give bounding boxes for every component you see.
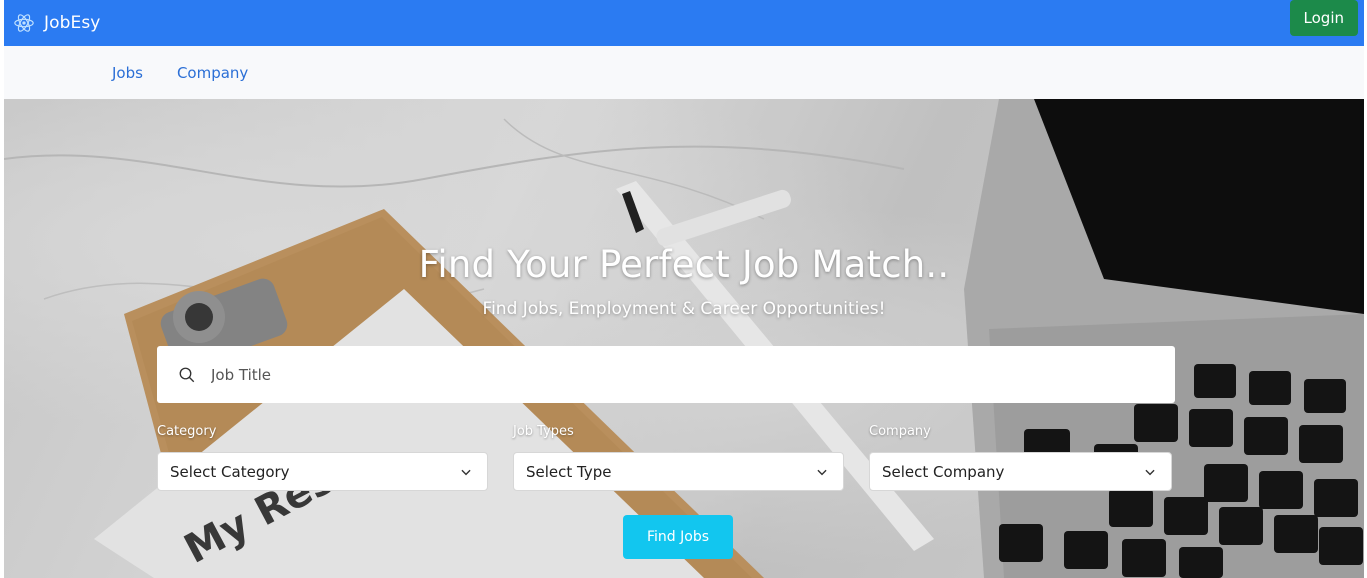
company-select[interactable]: Select Company — [869, 452, 1172, 491]
chevron-down-icon — [459, 465, 473, 479]
job-title-input[interactable] — [211, 346, 1175, 403]
chevron-down-icon — [1143, 465, 1157, 479]
job-title-search — [157, 346, 1175, 403]
category-select[interactable]: Select Category — [157, 452, 488, 491]
nav-bar: Jobs Company — [4, 46, 1364, 99]
top-bar: JobEsy Login — [4, 0, 1364, 46]
react-atom-icon — [12, 11, 36, 35]
nav-link-jobs[interactable]: Jobs — [112, 64, 143, 82]
nav-link-company[interactable]: Company — [177, 64, 248, 82]
brand[interactable]: JobEsy — [12, 11, 100, 35]
company-label: Company — [869, 424, 931, 439]
hero-subtitle: Find Jobs, Employment & Career Opportuni… — [482, 299, 886, 319]
hero-title: Find Your Perfect Job Match.. — [418, 243, 950, 286]
category-label: Category — [157, 424, 217, 439]
hero-section: My Resu Find Your Perfect Job Match.. Fi… — [4, 99, 1364, 578]
company-select-value: Select Company — [882, 462, 1005, 481]
brand-name: JobEsy — [44, 13, 101, 33]
category-select-value: Select Category — [170, 462, 290, 481]
login-button[interactable]: Login — [1289, 0, 1358, 36]
chevron-down-icon — [815, 465, 829, 479]
hero-overlay — [4, 99, 1364, 578]
job-type-select[interactable]: Select Type — [513, 452, 844, 491]
job-type-select-value: Select Type — [526, 462, 612, 481]
search-icon — [167, 366, 207, 384]
job-types-label: Job Types — [513, 424, 574, 439]
find-jobs-button[interactable]: Find Jobs — [623, 515, 733, 559]
